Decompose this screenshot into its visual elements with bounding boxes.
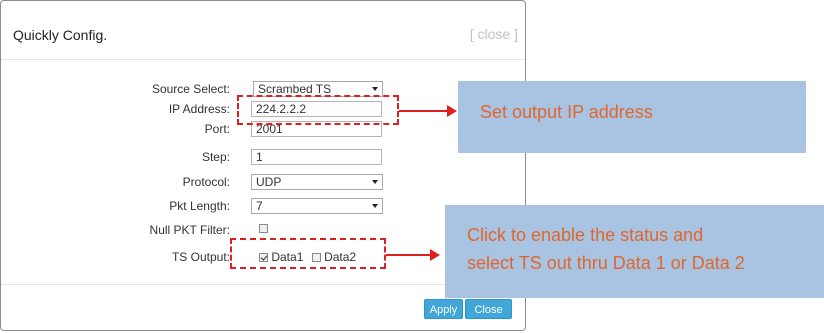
close-button[interactable]: Close — [465, 299, 512, 319]
chevron-down-icon — [372, 204, 378, 208]
null-pkt-filter-checkbox[interactable] — [259, 224, 268, 233]
pkt-length-label: Pkt Length: — [169, 199, 230, 213]
protocol-select[interactable]: UDP — [251, 174, 383, 190]
ts-arrow-head — [430, 249, 440, 261]
protocol-label: Protocol: — [182, 175, 230, 189]
ts-arrow-line — [386, 254, 432, 256]
ts-callout-line1: Click to enable the status and — [467, 225, 704, 245]
ip-address-label: IP Address: — [168, 102, 230, 116]
dialog-title: Quickly Config. — [13, 27, 108, 43]
step-value: 1 — [256, 150, 263, 164]
step-label: Step: — [201, 150, 230, 164]
source-select-value: Scrambed TS — [258, 82, 332, 96]
ts-highlight-box — [230, 238, 386, 269]
ts-output-label: TS Output: — [171, 250, 230, 264]
dialog-close-link[interactable]: [ close ] — [470, 26, 518, 42]
null-pkt-filter-label: Null PKT Filter: — [149, 223, 230, 237]
ip-highlight-box — [237, 95, 399, 125]
pkt-length-select[interactable]: 7 — [251, 198, 383, 214]
step-input[interactable]: 1 — [251, 149, 382, 165]
ts-callout-line2: select TS out thru Data 1 or Data 2 — [467, 253, 745, 273]
apply-button[interactable]: Apply — [424, 299, 463, 319]
ts-callout: Click to enable the status and select TS… — [445, 205, 824, 298]
chevron-down-icon — [372, 180, 378, 184]
ip-arrow-head — [447, 105, 457, 117]
ts-callout-text: Click to enable the status and select TS… — [467, 221, 745, 277]
protocol-value: UDP — [256, 175, 282, 189]
ip-callout-text: Set output IP address — [480, 102, 653, 122]
pkt-length-value: 7 — [256, 199, 263, 213]
dialog-header: Quickly Config. [ close ] — [1, 1, 525, 60]
ip-callout: Set output IP address — [458, 81, 806, 153]
port-label: Port: — [204, 122, 230, 136]
chevron-down-icon — [372, 87, 378, 91]
source-select-label: Source Select: — [151, 82, 230, 96]
ip-arrow-line — [399, 110, 449, 112]
